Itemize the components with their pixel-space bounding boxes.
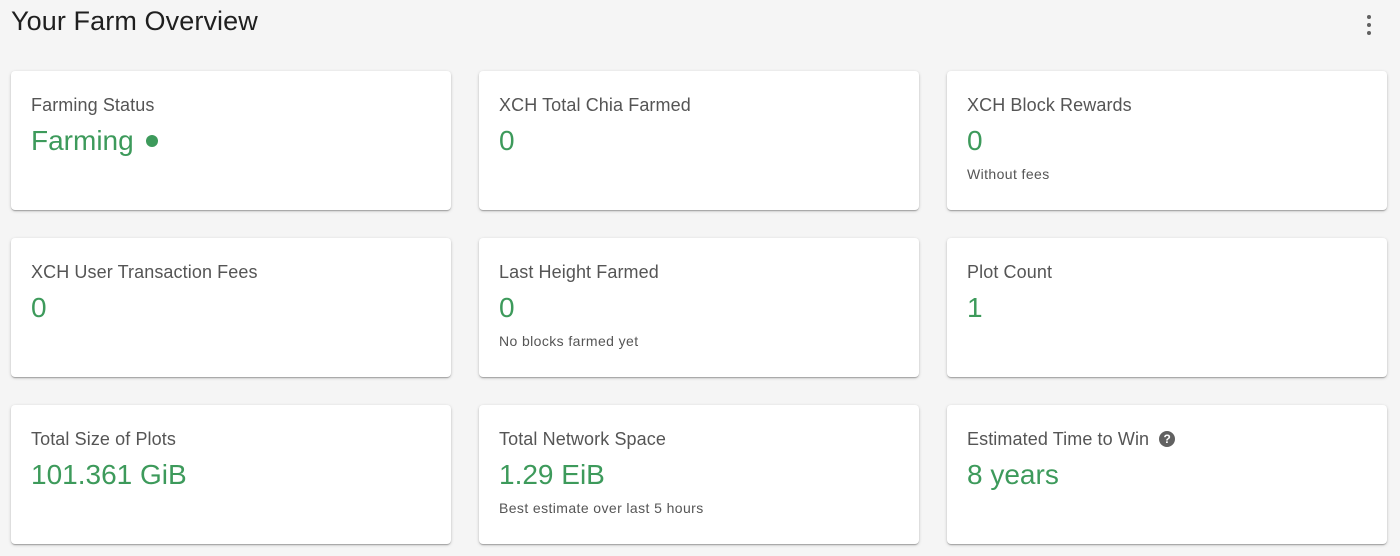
card-value: 101.361 GiB [31,459,187,490]
menu-dot [1367,31,1371,35]
card-label: Farming Status [31,94,155,115]
card-value: 0 [499,125,515,156]
menu-dot [1367,23,1371,27]
card-value: 8 years [967,459,1059,490]
more-vert-icon[interactable] [1360,12,1378,38]
card-label: Estimated Time to Win ? [967,428,1367,450]
card-value: 0 [967,125,983,156]
card-total-size-of-plots: Total Size of Plots 101.361 GiB [11,405,451,544]
help-icon[interactable]: ? [1159,431,1176,447]
card-estimated-time-to-win: Estimated Time to Win ? 8 years [947,405,1387,544]
status-dot-icon [145,135,158,147]
card-label: Total Size of Plots [31,428,176,449]
card-total-chia-farmed: XCH Total Chia Farmed 0 [479,71,919,210]
stats-grid: Farming Status Farming XCH Total Chia Fa… [11,71,1387,544]
card-label: Total Network Space [499,428,666,449]
card-value: Farming [31,124,431,158]
card-value: 0 [31,292,47,323]
card-total-network-space: Total Network Space 1.29 EiB Best estima… [479,405,919,544]
card-value: 1 [967,292,983,323]
card-label-text: Estimated Time to Win [967,428,1150,449]
card-plot-count: Plot Count 1 [947,238,1387,377]
card-value-text: Farming [31,125,134,156]
card-label: XCH User Transaction Fees [31,261,258,282]
card-label: XCH Total Chia Farmed [499,94,691,115]
menu-dot [1367,15,1371,19]
card-subtext: Without fees [967,166,1050,182]
card-label: Last Height Farmed [499,261,659,282]
card-label: Plot Count [967,261,1053,282]
farm-overview-page: Your Farm Overview Farming Status Farmin… [0,0,1400,556]
card-label: XCH Block Rewards [967,94,1132,115]
card-value: 0 [499,292,515,323]
card-block-rewards: XCH Block Rewards 0 Without fees [947,71,1387,210]
card-value: 1.29 EiB [499,459,605,490]
card-subtext: No blocks farmed yet [499,333,639,349]
card-last-height-farmed: Last Height Farmed 0 No blocks farmed ye… [479,238,919,377]
card-user-transaction-fees: XCH User Transaction Fees 0 [11,238,451,377]
card-farming-status: Farming Status Farming [11,71,451,210]
card-subtext: Best estimate over last 5 hours [499,500,704,516]
page-title: Your Farm Overview [11,6,258,36]
